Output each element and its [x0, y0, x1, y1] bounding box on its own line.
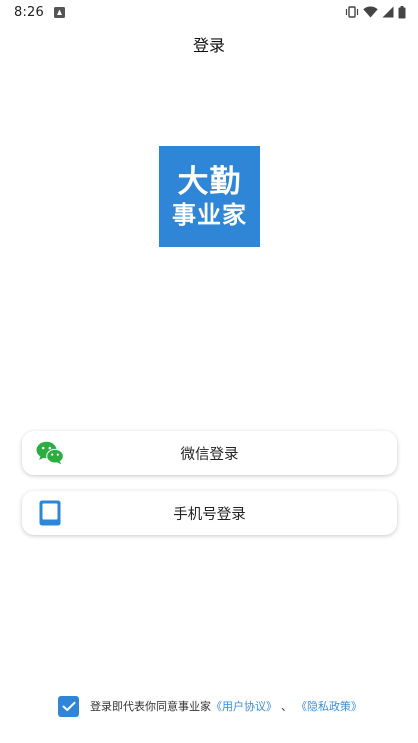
signal-icon [382, 6, 394, 18]
logo-line2: 事业家 [172, 200, 247, 229]
page-title: 登录 [192, 36, 225, 55]
login-screen: 8:26 登录 大勤 事业家 微信登录 手机号登录 登录即代表你同意事业家 《用… [0, 0, 418, 743]
agreement-checkbox[interactable] [58, 695, 79, 717]
wifi-icon [363, 6, 378, 18]
agreement-text: 登录即代表你同意事业家 [90, 700, 211, 713]
agreement-separator: 、 [281, 700, 292, 713]
privacy-policy-link[interactable]: 《隐私政策》 [296, 698, 362, 714]
logo-line1: 大勤 [177, 163, 242, 200]
app-logo: 大勤 事业家 [159, 146, 260, 247]
vibrate-icon [345, 6, 359, 18]
user-agreement-link[interactable]: 《用户协议》 [211, 698, 277, 714]
status-time: 8:26 [14, 4, 44, 20]
wechat-icon [36, 441, 64, 465]
phone-login-button[interactable]: 手机号登录 [22, 491, 397, 535]
notification-icon [54, 6, 65, 18]
status-left: 8:26 [14, 5, 65, 20]
wechat-login-button[interactable]: 微信登录 [22, 431, 397, 475]
checkmark-icon [62, 701, 75, 711]
phone-icon [39, 500, 61, 526]
status-right [345, 5, 406, 19]
agreement-row: 登录即代表你同意事业家 《用户协议》 、 《隐私政策》 [58, 694, 378, 718]
wechat-login-label: 微信登录 [180, 446, 239, 463]
status-bar: 8:26 [0, 0, 418, 24]
phone-login-label: 手机号登录 [173, 506, 246, 523]
battery-icon [398, 5, 406, 18]
